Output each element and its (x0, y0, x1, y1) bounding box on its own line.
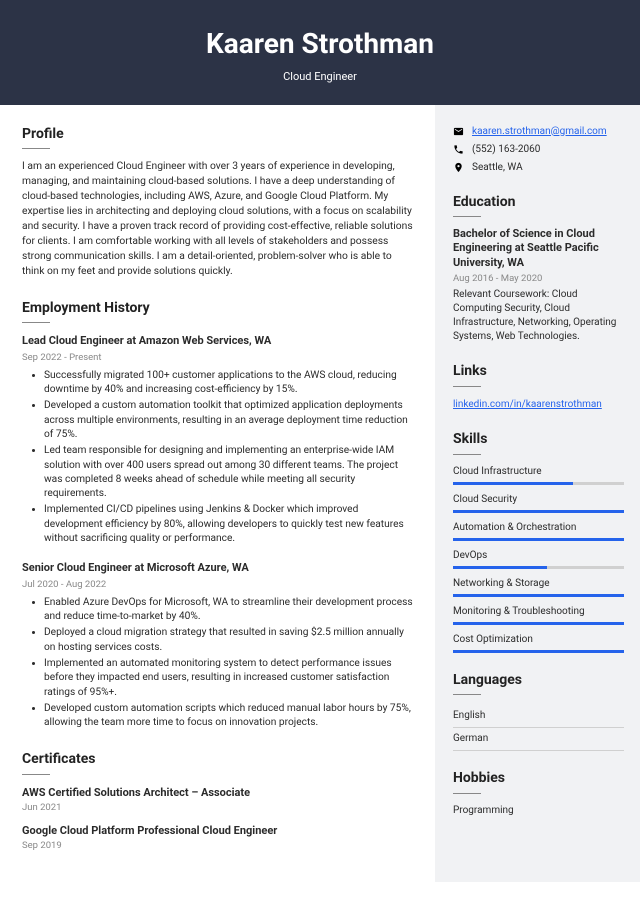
profile-text: I am an experienced Cloud Engineer with … (22, 159, 413, 278)
certificate-title: Google Cloud Platform Professional Cloud… (22, 823, 413, 838)
certificate-date: Sep 2019 (22, 839, 413, 852)
person-title: Cloud Engineer (0, 69, 640, 84)
job-entry: Senior Cloud Engineer at Microsoft Azure… (22, 560, 413, 730)
skill-name: DevOps (453, 549, 624, 563)
sidebar: kaaren.strothman@gmail.com (552) 163-206… (435, 105, 640, 883)
profile-section: Profile I am an experienced Cloud Engine… (22, 125, 413, 279)
hobby-item: Programming (453, 804, 624, 818)
divider (453, 454, 481, 455)
location-icon (453, 162, 464, 173)
person-name: Kaaren Strothman (0, 24, 640, 63)
certificates-section: Certificates AWS Certified Solutions Arc… (22, 750, 413, 852)
certificate-entry: AWS Certified Solutions Architect – Asso… (22, 785, 413, 815)
skill-bar (453, 594, 624, 597)
skill-name: Cloud Security (453, 493, 624, 507)
skill-bar (453, 482, 624, 485)
job-dates: Jul 2020 - Aug 2022 (22, 578, 413, 591)
skill-bar (453, 566, 624, 569)
certificate-date: Jun 2021 (22, 801, 413, 814)
job-bullet: Enabled Azure DevOps for Microsoft, WA t… (44, 596, 413, 625)
languages-section: Languages EnglishGerman (453, 671, 624, 752)
links-section: Links linkedin.com/in/kaarenstrothman (453, 362, 624, 412)
skill-item: Monitoring & Troubleshooting (453, 605, 624, 625)
education-heading: Education (453, 193, 624, 213)
contact-email[interactable]: kaaren.strothman@gmail.com (472, 125, 607, 139)
skill-item: Cloud Security (453, 493, 624, 513)
contact-phone-row: (552) 163-2060 (453, 143, 624, 157)
skill-item: Automation & Orchestration (453, 521, 624, 541)
job-bullet: Implemented an automated monitoring syst… (44, 657, 413, 700)
contact-section: kaaren.strothman@gmail.com (552) 163-206… (453, 125, 624, 175)
certificate-title: AWS Certified Solutions Architect – Asso… (22, 785, 413, 800)
hobbies-section: Hobbies Programming (453, 769, 624, 818)
contact-email-row: kaaren.strothman@gmail.com (453, 125, 624, 139)
education-section: Education Bachelor of Science in Cloud E… (453, 193, 624, 345)
skills-section: Skills Cloud Infrastructure Cloud Securit… (453, 430, 624, 653)
job-bullet: Deployed a cloud migration strategy that… (44, 626, 413, 655)
skill-item: DevOps (453, 549, 624, 569)
divider (453, 793, 481, 794)
job-entry: Lead Cloud Engineer at Amazon Web Servic… (22, 333, 413, 546)
divider (453, 694, 481, 695)
header-banner: Kaaren Strothman Cloud Engineer (0, 0, 640, 105)
job-bullet: Successfully migrated 100+ customer appl… (44, 369, 413, 398)
divider (22, 322, 50, 323)
job-bullet: Developed a custom automation toolkit th… (44, 399, 413, 442)
job-bullet: Developed custom automation scripts whic… (44, 702, 413, 731)
languages-heading: Languages (453, 671, 624, 691)
job-title: Lead Cloud Engineer at Amazon Web Servic… (22, 333, 413, 348)
contact-phone: (552) 163-2060 (472, 143, 540, 157)
job-bullets: Successfully migrated 100+ customer appl… (22, 369, 413, 546)
skill-name: Automation & Orchestration (453, 521, 624, 535)
skill-name: Cost Optimization (453, 633, 624, 647)
skill-bar (453, 622, 624, 625)
job-title: Senior Cloud Engineer at Microsoft Azure… (22, 560, 413, 575)
profile-heading: Profile (22, 125, 413, 145)
linkedin-link[interactable]: linkedin.com/in/kaarenstrothman (453, 399, 602, 410)
contact-location: Seattle, WA (472, 161, 523, 175)
divider (22, 774, 50, 775)
job-dates: Sep 2022 - Present (22, 351, 413, 364)
hobbies-heading: Hobbies (453, 769, 624, 789)
skills-heading: Skills (453, 430, 624, 450)
skill-item: Networking & Storage (453, 577, 624, 597)
skill-name: Networking & Storage (453, 577, 624, 591)
job-bullet: Led team responsible for designing and i… (44, 444, 413, 501)
skill-name: Monitoring & Troubleshooting (453, 605, 624, 619)
job-bullets: Enabled Azure DevOps for Microsoft, WA t… (22, 596, 413, 731)
email-icon (453, 126, 464, 137)
job-bullet: Implemented CI/CD pipelines using Jenkin… (44, 503, 413, 546)
main-column: Profile I am an experienced Cloud Engine… (0, 105, 435, 883)
employment-section: Employment History Lead Cloud Engineer a… (22, 299, 413, 731)
skill-item: Cost Optimization (453, 633, 624, 653)
skill-bar (453, 650, 624, 653)
certificate-entry: Google Cloud Platform Professional Cloud… (22, 823, 413, 853)
education-dates: Aug 2016 - May 2020 (453, 272, 624, 285)
divider (22, 148, 50, 149)
employment-heading: Employment History (22, 299, 413, 319)
skill-bar (453, 538, 624, 541)
skill-name: Cloud Infrastructure (453, 465, 624, 479)
skill-bar (453, 510, 624, 513)
certificates-heading: Certificates (22, 750, 413, 770)
education-degree: Bachelor of Science in Cloud Engineering… (453, 227, 624, 270)
education-body: Relevant Coursework: Cloud Computing Sec… (453, 288, 624, 344)
divider (453, 216, 481, 217)
divider (453, 386, 481, 387)
contact-location-row: Seattle, WA (453, 161, 624, 175)
skill-item: Cloud Infrastructure (453, 465, 624, 485)
language-item: English (453, 705, 624, 728)
language-item: German (453, 728, 624, 751)
phone-icon (453, 144, 464, 155)
links-heading: Links (453, 362, 624, 382)
